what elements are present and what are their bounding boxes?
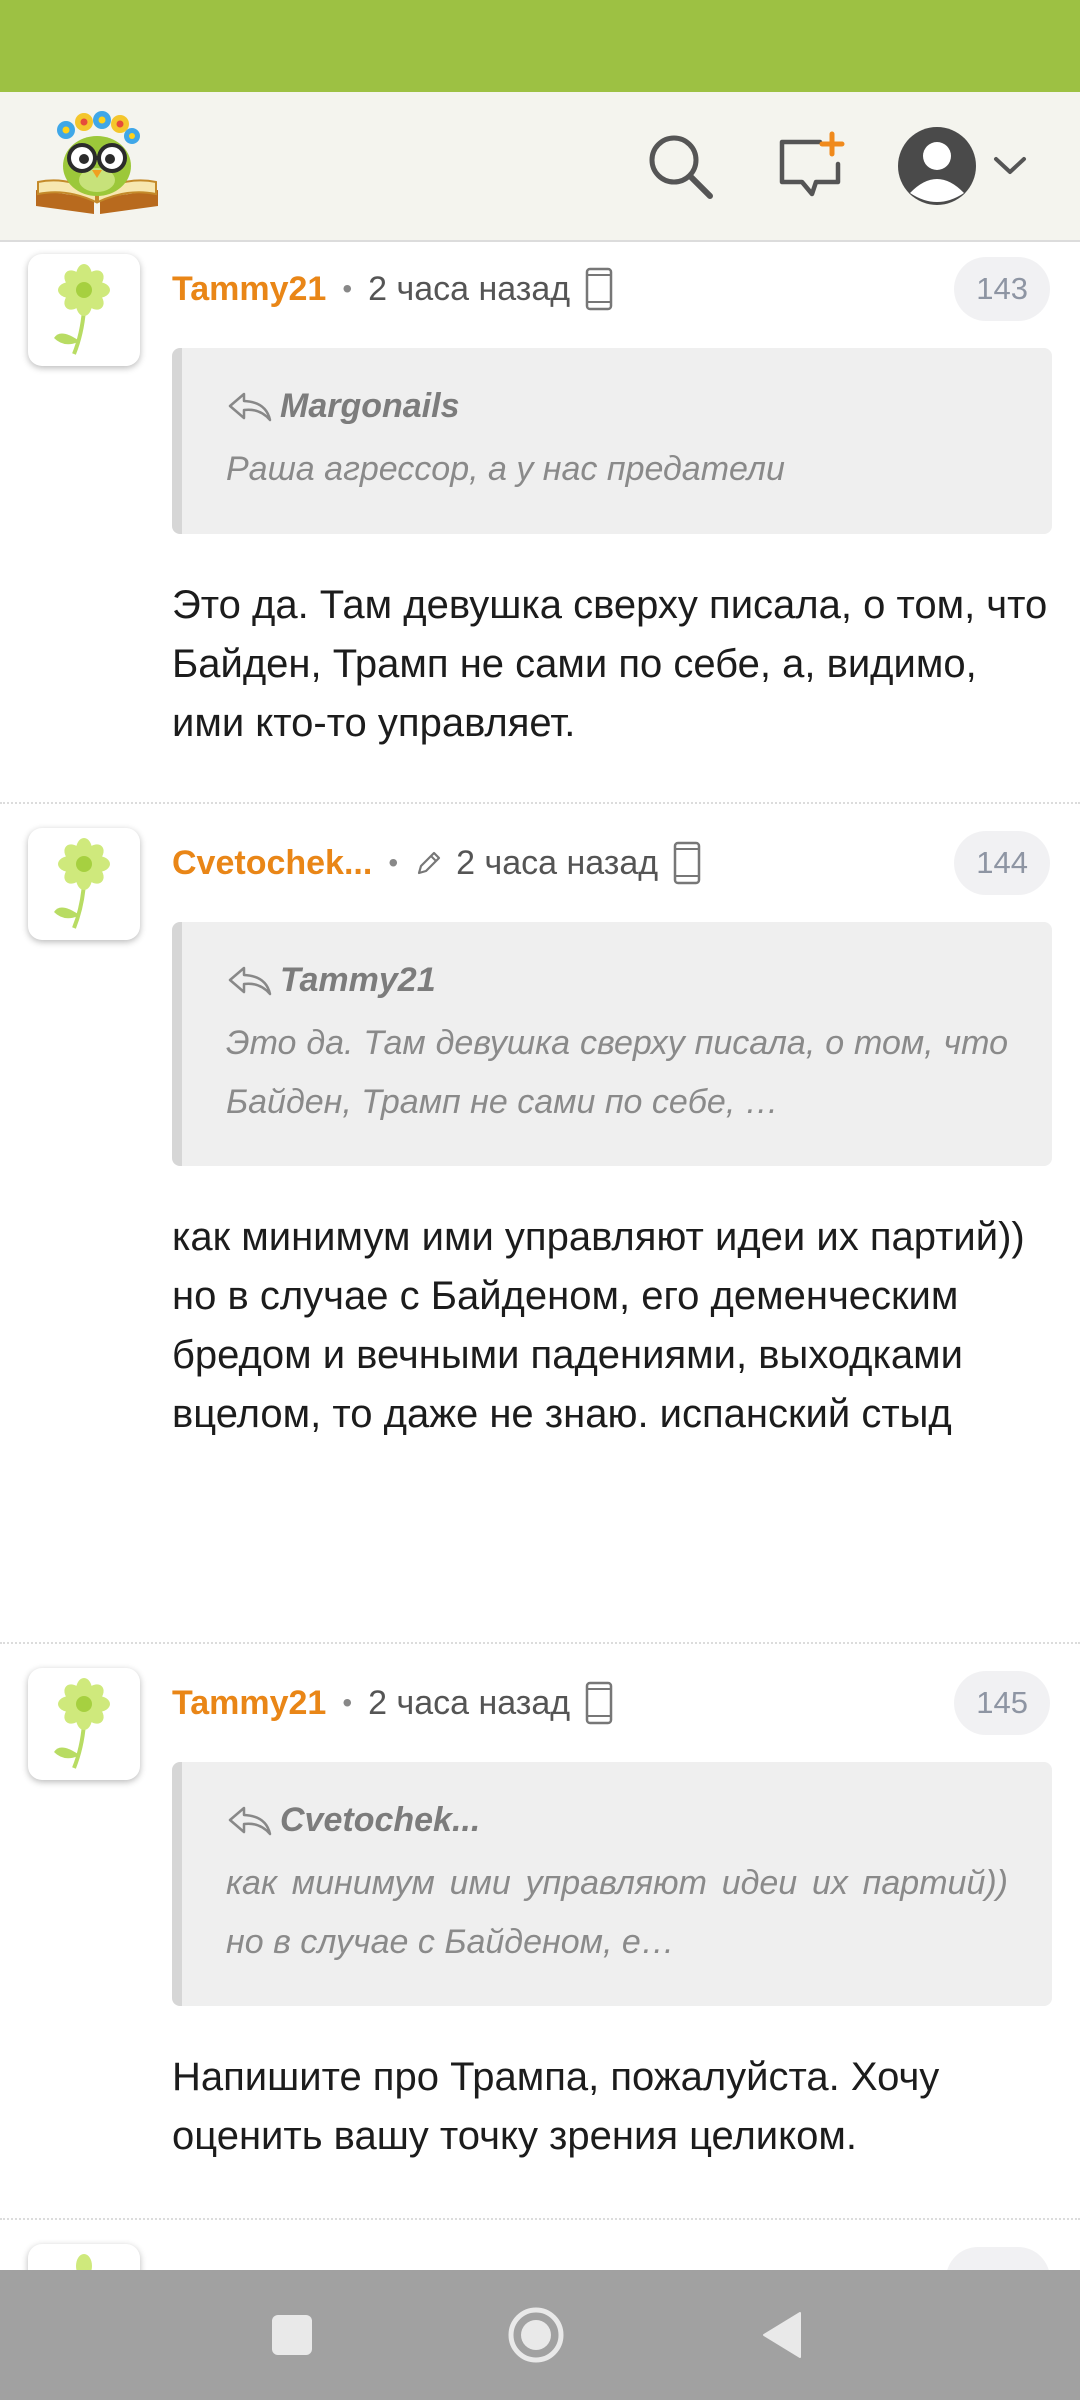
app-header xyxy=(0,92,1080,242)
comment-divider xyxy=(0,802,1080,804)
author-name[interactable]: Tammy21 xyxy=(172,1684,326,1723)
reply-arrow-icon xyxy=(228,1806,272,1836)
quoted-comment[interactable]: Tammy21 Это да. Там девушка сверху писал… xyxy=(172,922,1052,1166)
comment-text: Это да. Там девушка сверху писала, о том… xyxy=(172,583,1048,745)
avatar[interactable] xyxy=(28,828,140,940)
quoted-comment[interactable]: Margonails Раша агрессор, а у нас предат… xyxy=(172,348,1052,534)
quote-text: Раша агрессор, а у нас предатели xyxy=(226,450,785,488)
comment-number[interactable]: 144 xyxy=(954,831,1050,895)
separator-dot: • xyxy=(388,847,399,878)
author-name[interactable]: Tammy21 xyxy=(172,270,326,309)
edited-pencil-icon xyxy=(414,848,444,878)
reply-arrow-icon xyxy=(228,966,272,996)
quote-text: как минимум ими управляют идеи их партий… xyxy=(226,1864,1008,1961)
quote-author: Tammy21 xyxy=(280,960,436,999)
avatar[interactable] xyxy=(28,254,140,366)
timestamp: 2 часа назад xyxy=(368,1683,571,1722)
flower-avatar-icon xyxy=(54,264,110,355)
avatar[interactable] xyxy=(28,1668,140,1780)
quote-author-row: Cvetochek... xyxy=(226,1798,1008,1842)
profile-menu-button[interactable] xyxy=(896,126,1046,206)
owl-reading-book-logo[interactable] xyxy=(32,106,162,218)
comment-number-partial[interactable] xyxy=(946,2247,1050,2270)
flower-avatar-icon xyxy=(54,838,110,929)
home-button[interactable] xyxy=(496,2300,576,2370)
comment-meta: Tammy21 • 2 часа назад xyxy=(172,261,614,317)
quote-text: Это да. Там девушка сверху писала, о том… xyxy=(226,1024,1008,1121)
chevron-down-icon xyxy=(994,157,1026,174)
comment-number[interactable]: 143 xyxy=(954,257,1050,321)
comment-divider xyxy=(0,2218,1080,2220)
quoted-comment[interactable]: Cvetochek... как минимум ими управляют и… xyxy=(172,1762,1052,2006)
flower-avatar-icon xyxy=(54,1678,110,1769)
flower-avatar-icon xyxy=(76,2254,92,2270)
recent-apps-button[interactable] xyxy=(252,2300,332,2370)
system-navigation-bar xyxy=(0,2270,1080,2400)
new-message-button[interactable] xyxy=(772,126,852,206)
new-message-icon xyxy=(779,131,845,197)
search-icon xyxy=(649,135,713,199)
circle-icon xyxy=(508,2307,564,2363)
quote-author-row: Tammy21 xyxy=(226,958,1008,1002)
comment-meta: Tammy21 • 2 часа назад xyxy=(172,1675,614,1731)
status-bar xyxy=(0,0,1080,92)
mobile-device-icon xyxy=(584,1680,614,1726)
separator-dot: • xyxy=(342,1687,353,1718)
comment-number[interactable]: 145 xyxy=(954,1671,1050,1735)
square-icon xyxy=(272,2315,312,2355)
search-button[interactable] xyxy=(640,126,720,206)
timestamp: 2 часа назад xyxy=(368,269,571,308)
timestamp: 2 часа назад xyxy=(456,843,659,882)
mobile-device-icon xyxy=(584,266,614,312)
separator-dot: • xyxy=(342,273,353,304)
reply-arrow-icon xyxy=(228,392,272,422)
comment-divider xyxy=(0,1642,1080,1644)
comments-feed[interactable]: Tammy21 • 2 часа назад 143 Margonails Ра… xyxy=(0,244,1080,2270)
user-avatar-icon xyxy=(898,127,976,205)
comment-text: как минимум ими управляют идеи их партий… xyxy=(172,1215,1025,1436)
mobile-device-icon xyxy=(672,840,702,886)
back-button[interactable] xyxy=(742,2300,822,2370)
quote-author: Margonails xyxy=(280,386,460,425)
comment-meta: Cvetochek... • 2 часа назад xyxy=(172,835,702,891)
triangle-back-icon xyxy=(763,2312,801,2358)
avatar[interactable] xyxy=(28,2244,140,2270)
comment-text: Напишите про Трампа, пожалуйста. Хочу оц… xyxy=(172,2055,940,2158)
quote-author: Cvetochek... xyxy=(280,1800,481,1839)
quote-author-row: Margonails xyxy=(226,384,1008,428)
author-name[interactable]: Cvetochek... xyxy=(172,844,372,883)
